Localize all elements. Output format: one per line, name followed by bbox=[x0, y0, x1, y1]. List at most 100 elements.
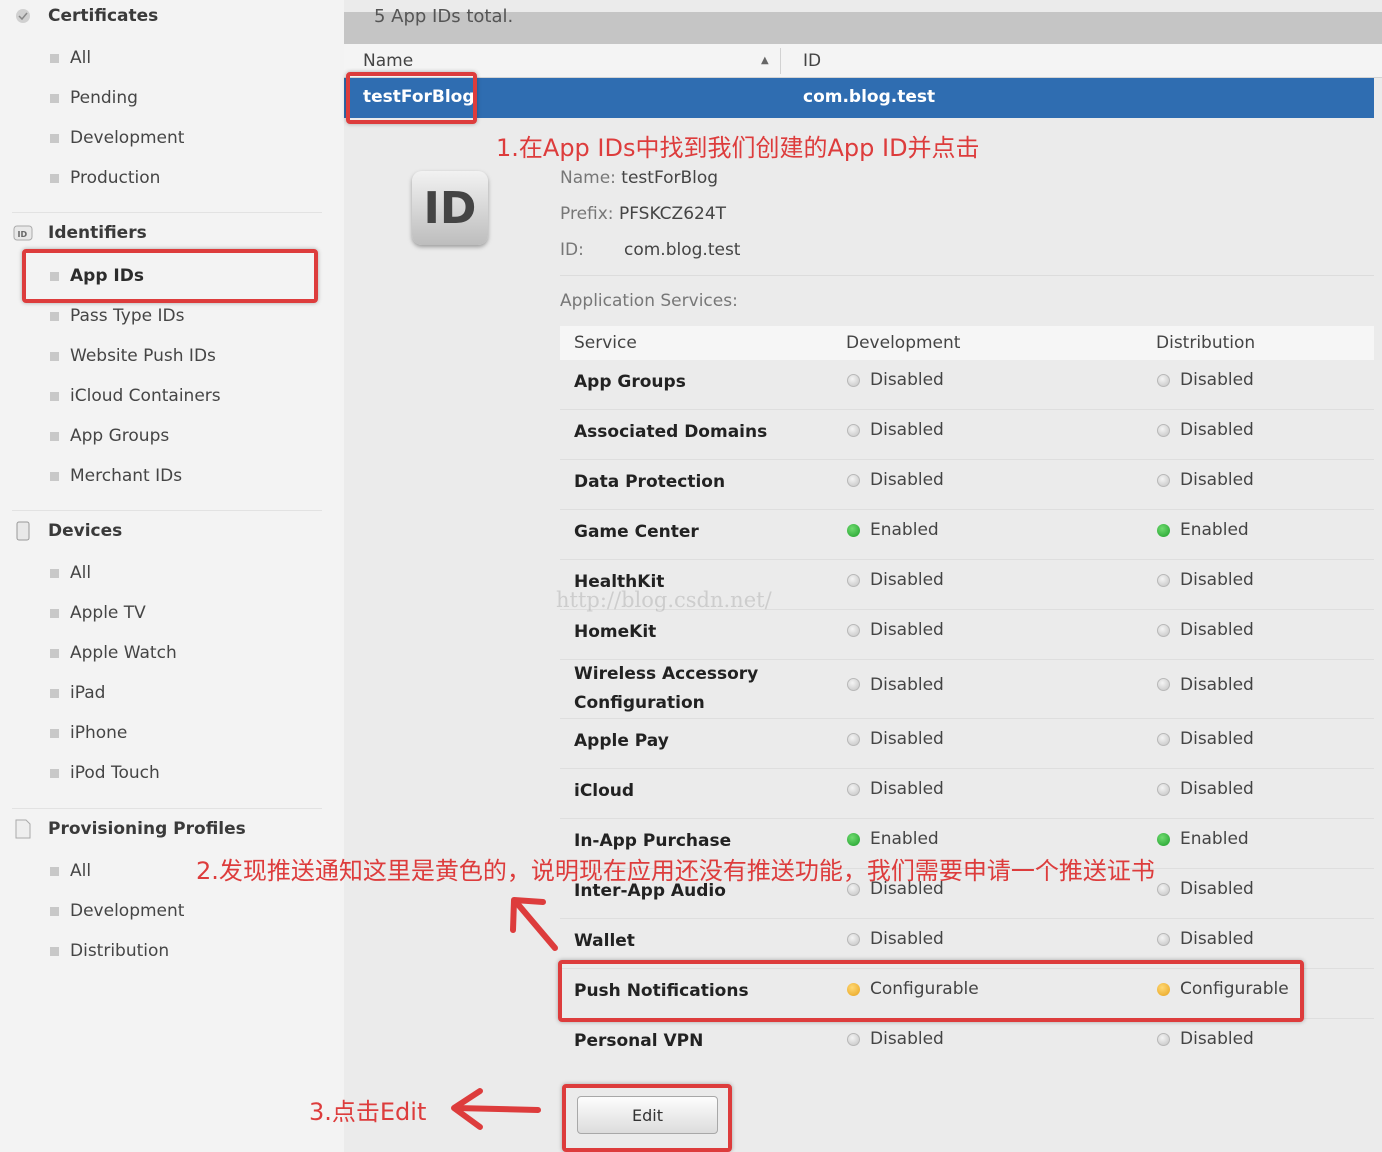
bullet-icon bbox=[50, 866, 59, 876]
sidebar-item-cert-development[interactable]: Development bbox=[50, 125, 184, 151]
service-name: Personal VPN bbox=[574, 1030, 704, 1051]
sidebar-item-cert-all[interactable]: All bbox=[50, 45, 91, 71]
section-identifiers[interactable]: ID Identifiers bbox=[12, 223, 147, 243]
sidebar-item-label: Pass Type IDs bbox=[70, 306, 185, 326]
section-provisioning-profiles[interactable]: Provisioning Profiles bbox=[12, 819, 246, 839]
status-text: Disabled bbox=[870, 420, 944, 440]
section-devices[interactable]: Devices bbox=[12, 521, 122, 541]
distribution-status: Enabled bbox=[1157, 520, 1249, 540]
development-status: Disabled bbox=[847, 620, 944, 640]
sidebar-item-cert-production[interactable]: Production bbox=[50, 165, 160, 191]
status-disabled-icon bbox=[1157, 882, 1170, 896]
table-header: Name ▲ ID bbox=[344, 44, 1382, 78]
bullet-icon bbox=[50, 391, 59, 401]
sidebar-item-icloud-containers[interactable]: iCloud Containers bbox=[50, 383, 221, 409]
distribution-status: Disabled bbox=[1157, 370, 1254, 390]
column-name-header[interactable]: Name bbox=[363, 51, 413, 71]
sidebar-item-cert-pending[interactable]: Pending bbox=[50, 85, 138, 111]
detail-id: ID: com.blog.test bbox=[560, 240, 740, 260]
sidebar-item-iphone[interactable]: iPhone bbox=[50, 720, 127, 746]
distribution-status: Enabled bbox=[1157, 829, 1249, 849]
highlight-box-push-notifications bbox=[558, 960, 1304, 1022]
sidebar-item-profiles-all[interactable]: All bbox=[50, 858, 91, 884]
status-disabled-icon bbox=[1157, 932, 1170, 946]
status-text: Disabled bbox=[1180, 729, 1254, 749]
status-text: Disabled bbox=[1180, 370, 1254, 390]
status-text: Disabled bbox=[1180, 570, 1254, 590]
status-disabled-icon bbox=[1157, 573, 1170, 587]
app-ids-total: 5 App IDs total. bbox=[374, 6, 514, 27]
status-disabled-icon bbox=[1157, 782, 1170, 796]
service-name: Wallet bbox=[574, 930, 635, 951]
app-id-row-selected[interactable]: testForBlog com.blog.test bbox=[344, 78, 1374, 118]
section-certificates[interactable]: Certificates bbox=[12, 6, 158, 26]
status-text: Disabled bbox=[870, 570, 944, 590]
svg-text:ID: ID bbox=[18, 230, 28, 239]
sidebar-item-ipod-touch[interactable]: iPod Touch bbox=[50, 760, 160, 786]
service-name: Data Protection bbox=[574, 471, 726, 492]
distribution-status: Disabled bbox=[1157, 675, 1254, 695]
sidebar-item-label: Production bbox=[70, 168, 161, 188]
sidebar-item-label: Website Push IDs bbox=[70, 346, 216, 366]
annotation-step2: 2.发现推送通知这里是黄色的，说明现在应用还没有推送功能，我们需要申请一个推送证… bbox=[196, 857, 1155, 885]
sidebar-item-devices-all[interactable]: All bbox=[50, 560, 91, 586]
status-text: Disabled bbox=[870, 470, 944, 490]
sidebar-item-apple-watch[interactable]: Apple Watch bbox=[50, 640, 177, 666]
status-disabled-icon bbox=[847, 423, 860, 437]
detail-id-label: ID: bbox=[560, 240, 584, 260]
status-disabled-icon bbox=[847, 732, 860, 746]
sidebar-item-label: App Groups bbox=[70, 426, 170, 446]
status-disabled-icon bbox=[1157, 423, 1170, 437]
development-status: Disabled bbox=[847, 779, 944, 799]
service-row: Associated Domains Disabled Disabled bbox=[560, 410, 1374, 460]
bullet-icon bbox=[50, 351, 59, 361]
sidebar-item-merchant-ids[interactable]: Merchant IDs bbox=[50, 463, 182, 489]
sidebar-item-profiles-development[interactable]: Development bbox=[50, 898, 184, 924]
sidebar-item-app-groups[interactable]: App Groups bbox=[50, 423, 169, 449]
sidebar-item-label: iCloud Containers bbox=[70, 386, 221, 406]
status-disabled-icon bbox=[847, 782, 860, 796]
sidebar-item-ipad[interactable]: iPad bbox=[50, 680, 105, 706]
status-text: Enabled bbox=[1180, 829, 1249, 849]
service-name: Wireless Accessory Configuration bbox=[574, 664, 759, 713]
bullet-icon bbox=[50, 728, 59, 738]
sidebar-item-label: iPhone bbox=[70, 723, 128, 743]
service-row: Apple Pay Disabled Disabled bbox=[560, 719, 1374, 769]
status-text: Disabled bbox=[870, 674, 944, 695]
distribution-status: Disabled bbox=[1157, 929, 1254, 949]
distribution-status: Disabled bbox=[1157, 620, 1254, 640]
sidebar-item-label: All bbox=[70, 48, 92, 68]
bullet-icon bbox=[50, 53, 59, 63]
development-status: Disabled bbox=[847, 370, 944, 390]
sidebar-item-apple-tv[interactable]: Apple TV bbox=[50, 600, 146, 626]
detail-name-label: Name: bbox=[560, 168, 616, 188]
arrow-left-icon bbox=[451, 1088, 541, 1130]
sidebar-divider bbox=[12, 808, 322, 809]
detail-divider bbox=[560, 275, 1374, 276]
sidebar-item-profiles-distribution[interactable]: Distribution bbox=[50, 938, 169, 964]
highlight-box-app-ids bbox=[22, 249, 318, 303]
sidebar-item-label: iPod Touch bbox=[70, 763, 160, 783]
distribution-column-header: Distribution bbox=[1156, 333, 1256, 353]
service-row: Wireless Accessory Configuration Disabled… bbox=[560, 660, 1374, 719]
sidebar-item-pass-type-ids[interactable]: Pass Type IDs bbox=[50, 303, 184, 329]
detail-prefix-label: Prefix: bbox=[560, 204, 614, 224]
status-text: Disabled bbox=[1180, 674, 1254, 695]
status-disabled-icon bbox=[847, 678, 860, 691]
sort-ascending-icon[interactable]: ▲ bbox=[761, 55, 769, 66]
status-text: Enabled bbox=[870, 829, 939, 849]
list-summary-bar: 5 App IDs total. bbox=[344, 6, 1382, 44]
column-id-header[interactable]: ID bbox=[803, 51, 821, 71]
status-disabled-icon bbox=[847, 932, 860, 946]
distribution-status: Disabled bbox=[1157, 570, 1254, 590]
app-id-identifier: com.blog.test bbox=[803, 87, 936, 107]
sidebar-item-website-push-ids[interactable]: Website Push IDs bbox=[50, 343, 216, 369]
sidebar-item-label: Development bbox=[70, 901, 185, 921]
sidebar-item-label: Development bbox=[70, 128, 185, 148]
status-text: Disabled bbox=[870, 1029, 944, 1049]
status-text: Disabled bbox=[1180, 1029, 1254, 1049]
device-icon bbox=[12, 521, 34, 541]
sidebar-item-label: Merchant IDs bbox=[70, 466, 183, 486]
status-text: Disabled bbox=[1180, 470, 1254, 490]
detail-id-value: com.blog.test bbox=[624, 240, 741, 260]
